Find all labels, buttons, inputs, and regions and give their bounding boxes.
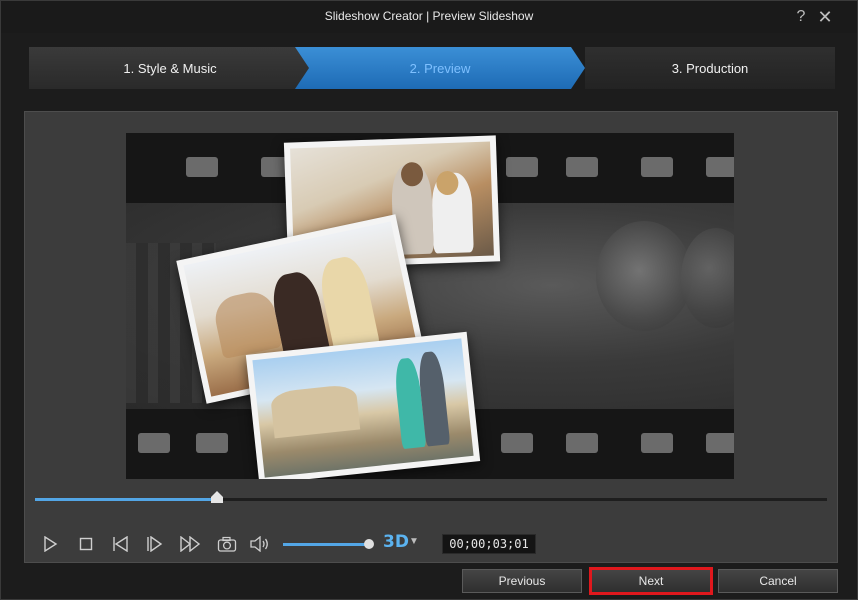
- previous-frame-icon[interactable]: [109, 534, 131, 554]
- wizard-steps: 1. Style & Music 2. Preview 3. Productio…: [29, 47, 835, 89]
- volume-level: [283, 543, 369, 546]
- next-frame-icon[interactable]: [143, 534, 165, 554]
- step-production[interactable]: 3. Production: [585, 47, 835, 89]
- previous-button[interactable]: Previous: [462, 569, 582, 593]
- help-icon[interactable]: ?: [791, 6, 811, 28]
- volume-icon[interactable]: [247, 534, 271, 554]
- 3d-mode-button[interactable]: 3D: [383, 532, 409, 552]
- next-button[interactable]: Next: [589, 567, 713, 595]
- volume-slider[interactable]: [283, 539, 374, 549]
- stop-icon[interactable]: [75, 534, 97, 554]
- title-bar: Slideshow Creator | Preview Slideshow ? …: [1, 1, 857, 33]
- preview-panel: 3D ▼ 00;00;03;01: [24, 111, 838, 563]
- volume-handle[interactable]: [364, 539, 374, 549]
- step-label: 3. Production: [671, 60, 749, 76]
- slide-photo-castle: [245, 331, 481, 479]
- step-preview[interactable]: 2. Preview: [295, 47, 585, 89]
- close-icon[interactable]: ✕: [815, 6, 835, 28]
- chevron-down-icon[interactable]: ▼: [409, 536, 419, 547]
- step-label: 1. Style & Music: [123, 60, 217, 76]
- snapshot-icon[interactable]: [215, 534, 239, 554]
- step-label: 2. Preview: [409, 60, 471, 76]
- play-icon[interactable]: [39, 534, 61, 554]
- playback-controls: 3D ▼ 00;00;03;01: [39, 530, 829, 558]
- window-title: Slideshow Creator | Preview Slideshow: [324, 9, 534, 23]
- cancel-button[interactable]: Cancel: [718, 569, 838, 593]
- background-person: [596, 221, 692, 331]
- step-style-music[interactable]: 1. Style & Music: [29, 47, 311, 89]
- timecode-display: 00;00;03;01: [442, 534, 536, 554]
- playback-scrubber[interactable]: [35, 491, 827, 503]
- fast-forward-icon[interactable]: [177, 534, 203, 554]
- scrubber-progress: [35, 498, 218, 501]
- preview-frame: [126, 133, 734, 479]
- slideshow-creator-window: Slideshow Creator | Preview Slideshow ? …: [0, 0, 858, 600]
